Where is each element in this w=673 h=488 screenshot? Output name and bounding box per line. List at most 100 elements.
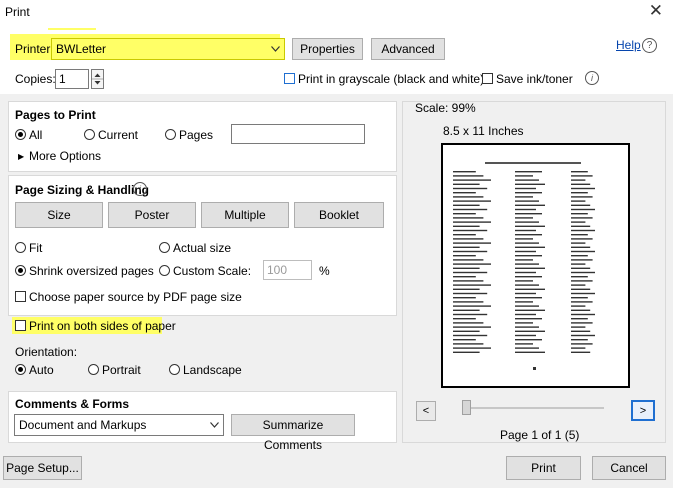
thumbnail-line	[515, 271, 536, 274]
thumbnail-line	[515, 238, 533, 240]
percent-label: %	[319, 264, 330, 278]
thumbnail-line	[515, 246, 545, 248]
tab-size[interactable]: Size	[15, 202, 103, 228]
thumbnail-line	[515, 225, 545, 227]
chevron-down-icon	[266, 39, 284, 59]
pages-radio[interactable]	[165, 129, 176, 140]
thumbnail-line	[453, 250, 488, 253]
thumbnail-line	[571, 351, 591, 353]
thumbnail-line	[515, 339, 542, 341]
portrait-radio[interactable]	[88, 364, 99, 375]
cancel-button[interactable]: Cancel	[592, 456, 666, 480]
orientation-label: Orientation:	[15, 345, 78, 359]
print-button[interactable]: Print	[506, 456, 581, 480]
landscape-label: Landscape	[183, 363, 242, 377]
thumbnail-line	[453, 229, 488, 232]
thumbnail-line	[515, 330, 545, 332]
printer-label: Printer:	[15, 42, 54, 56]
landscape-radio[interactable]	[169, 364, 180, 375]
page-indicator: Page 1 of 1 (5)	[500, 428, 580, 442]
thumbnail-line	[515, 196, 533, 198]
pages-to-print-heading: Pages to Print	[15, 108, 96, 122]
pages-range-input[interactable]	[231, 124, 365, 144]
help-link[interactable]: Help	[616, 38, 641, 52]
portrait-label: Portrait	[102, 363, 141, 377]
help-icon[interactable]: ?	[642, 38, 657, 53]
thumbnail-line	[571, 234, 588, 236]
thumbnail-line	[453, 276, 476, 278]
previous-page-button[interactable]: <	[416, 401, 436, 421]
custom-scale-radio[interactable]	[159, 265, 170, 276]
info-icon[interactable]: i	[585, 71, 599, 85]
thumbnail-line	[571, 200, 586, 202]
thumbnail-line	[571, 213, 588, 215]
pages-label: Pages	[179, 128, 214, 142]
thumbnail-line	[571, 292, 595, 295]
thumbnail-line	[453, 288, 480, 290]
thumbnail-line	[453, 255, 476, 257]
save-ink-label: Save ink/toner	[496, 72, 573, 86]
thumbnail-line	[453, 259, 484, 261]
all-radio[interactable]	[15, 129, 26, 140]
copies-stepper[interactable]	[91, 69, 104, 89]
thumbnail-line	[571, 192, 588, 194]
preview-page	[441, 143, 630, 388]
thumbnail-line	[515, 192, 542, 194]
thumbnail-line	[453, 347, 491, 349]
thumbnail-line	[571, 267, 591, 269]
thumbnail-line	[515, 234, 542, 236]
next-page-button[interactable]: >	[631, 400, 655, 421]
thumbnail-line	[453, 334, 488, 337]
thumbnail-line	[571, 187, 595, 190]
tab-poster[interactable]: Poster	[108, 202, 196, 228]
both-sides-checkbox[interactable]	[15, 320, 26, 331]
tab-booklet[interactable]: Booklet	[294, 202, 384, 228]
paper-source-checkbox[interactable]	[15, 291, 26, 302]
thumbnail-line	[453, 234, 476, 236]
custom-scale-input[interactable]: 100	[263, 260, 312, 280]
save-ink-checkbox[interactable]	[482, 73, 493, 84]
thumbnail-line	[571, 196, 593, 198]
thumbnail-line	[453, 217, 484, 219]
shrink-oversized-radio[interactable]	[15, 265, 26, 276]
page-sizing-heading: Page Sizing & Handling	[15, 183, 150, 197]
thumbnail-line	[515, 318, 542, 320]
comments-forms-heading: Comments & Forms	[15, 397, 130, 411]
tab-multiple[interactable]: Multiple	[201, 202, 289, 228]
thumbnail-line	[515, 200, 539, 202]
thumbnail-line	[571, 297, 588, 299]
grayscale-checkbox[interactable]	[284, 73, 295, 84]
comments-forms-select[interactable]: Document and Markups	[14, 414, 224, 436]
thumbnail-line	[453, 326, 491, 328]
properties-button[interactable]: Properties	[292, 38, 363, 60]
page-slider-thumb[interactable]	[462, 400, 471, 415]
thumbnail-line	[571, 330, 591, 332]
page-setup-button[interactable]: Page Setup...	[3, 456, 82, 480]
thumbnail-line	[515, 305, 539, 307]
summarize-comments-button[interactable]: Summarize Comments	[231, 414, 355, 452]
thumbnail-line	[453, 309, 480, 311]
actual-size-radio[interactable]	[159, 242, 170, 253]
more-options-link[interactable]: More Options	[29, 149, 101, 163]
auto-label: Auto	[29, 363, 54, 377]
copies-value: 1	[59, 72, 66, 86]
preview-page-thumbnail	[453, 162, 595, 370]
sizing-info-icon[interactable]: i	[133, 182, 147, 196]
auto-radio[interactable]	[15, 364, 26, 375]
printer-select[interactable]: BWLetter	[51, 38, 285, 60]
thumbnail-line	[453, 292, 488, 295]
caret-right-icon[interactable]: ▶	[18, 152, 24, 161]
thumbnail-line	[515, 347, 539, 349]
page-slider-track[interactable]	[464, 407, 604, 409]
copies-input[interactable]: 1	[55, 69, 89, 89]
fit-radio[interactable]	[15, 242, 26, 253]
all-label: All	[29, 128, 43, 142]
thumbnail-line	[515, 322, 533, 324]
close-icon[interactable]: ✕	[649, 1, 663, 21]
thumbnail-line	[453, 196, 484, 198]
thumbnail-line	[453, 330, 480, 332]
thumbnail-line	[515, 250, 536, 253]
advanced-button[interactable]: Advanced	[371, 38, 445, 60]
current-radio[interactable]	[84, 129, 95, 140]
thumbnail-line	[515, 213, 542, 215]
